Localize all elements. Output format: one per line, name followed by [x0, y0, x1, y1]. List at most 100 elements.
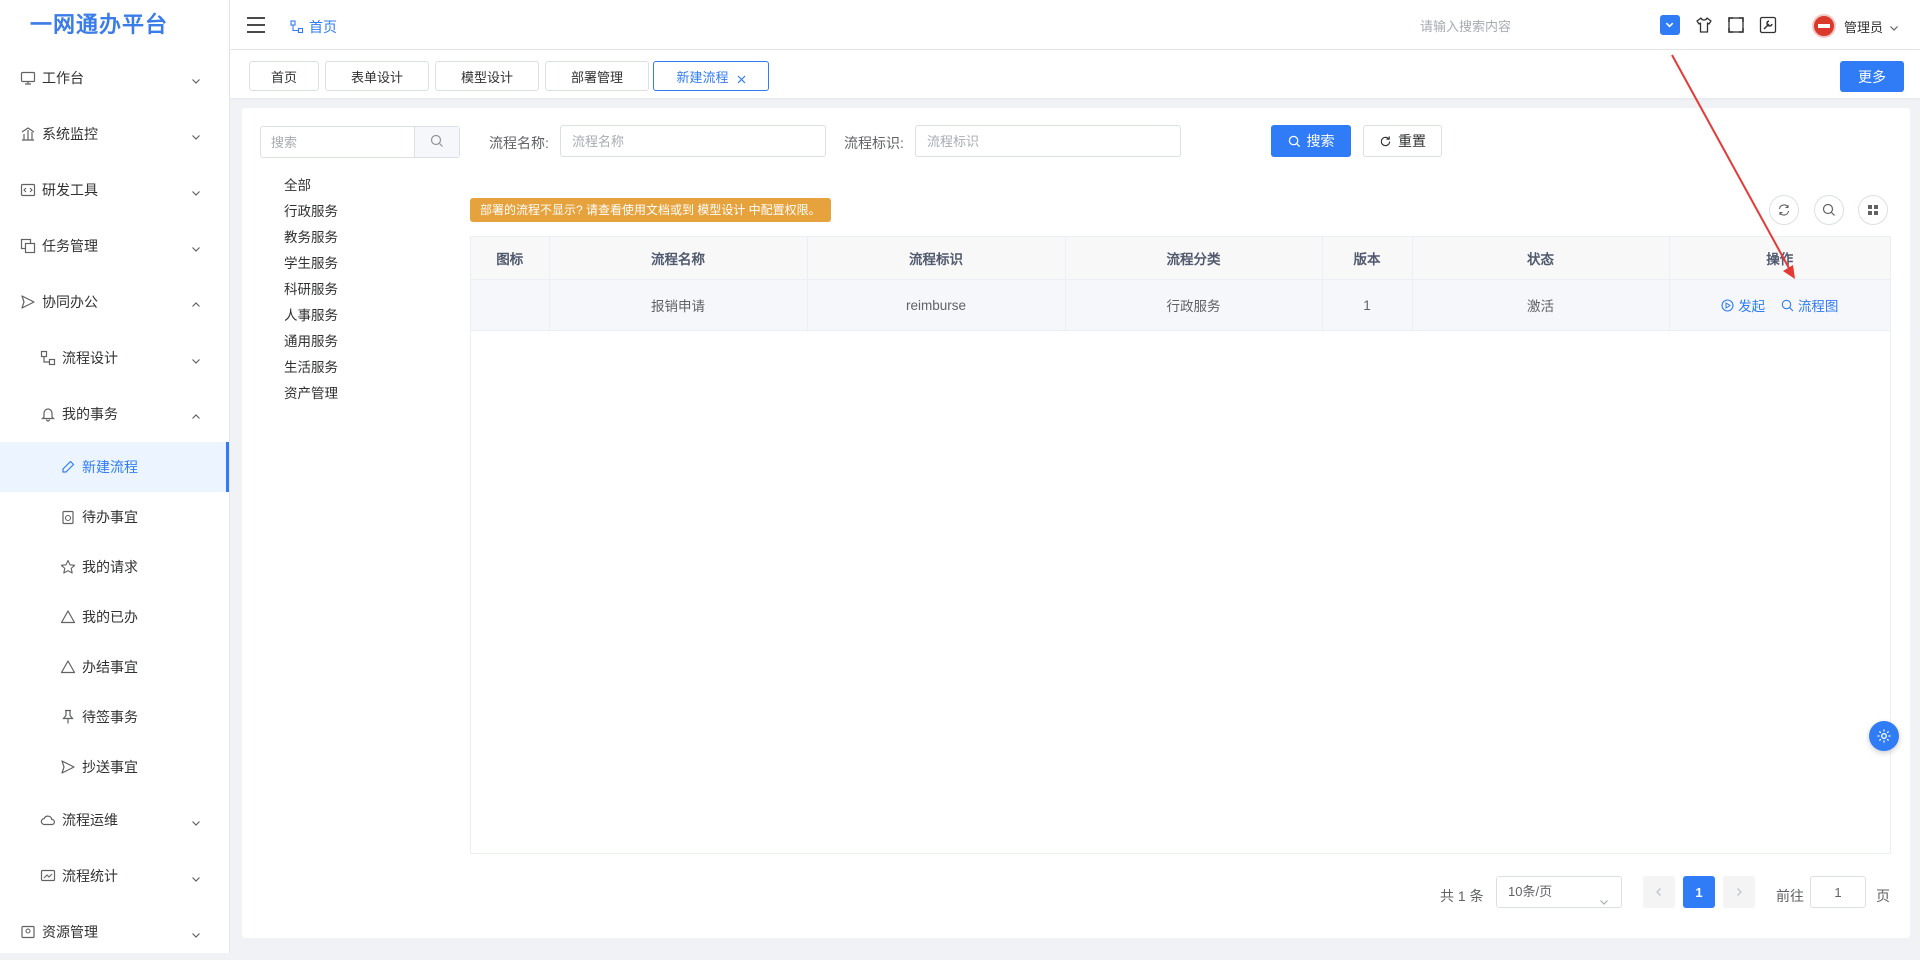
- search-button[interactable]: 搜索: [1271, 125, 1351, 157]
- sidebar-item-task-management[interactable]: 任务管理: [0, 218, 229, 274]
- tab-form-design[interactable]: 表单设计: [325, 61, 429, 91]
- columns-button[interactable]: [1858, 195, 1888, 225]
- more-button[interactable]: 更多: [1840, 61, 1904, 92]
- fullscreen-icon[interactable]: [1726, 15, 1746, 35]
- shirt-icon[interactable]: [1694, 15, 1714, 35]
- tree-item[interactable]: 资产管理: [284, 381, 338, 407]
- flow-chart-button[interactable]: 流程图: [1781, 295, 1839, 315]
- table-header-row: 图标 流程名称 流程标识 流程分类 版本 状态 操作: [471, 237, 1890, 280]
- flow-key-input[interactable]: [915, 125, 1181, 157]
- flow-chart-label: 流程图: [1797, 299, 1839, 314]
- settings-float-button[interactable]: [1869, 721, 1899, 751]
- next-page-button[interactable]: [1723, 876, 1755, 908]
- column-header: 状态: [1412, 237, 1670, 280]
- sidebar-item-flow-stats[interactable]: 流程统计: [0, 848, 229, 904]
- tab-label: 表单设计: [350, 69, 403, 85]
- sidebar-item-label: 流程统计: [62, 868, 118, 884]
- sidebar-item-todo[interactable]: 待办事宜: [0, 492, 229, 542]
- page-number-current[interactable]: 1: [1683, 876, 1715, 908]
- sidebar-item-label: 任务管理: [42, 238, 98, 254]
- close-icon[interactable]: [737, 72, 746, 83]
- tab-label: 模型设计: [460, 69, 513, 85]
- sidebar-item-resource-management[interactable]: 资源管理: [0, 904, 229, 960]
- tree-item[interactable]: 人事服务: [284, 303, 338, 329]
- tree-item[interactable]: 全部: [284, 173, 338, 199]
- search-icon: [1781, 299, 1794, 312]
- warning-notice: 部署的流程不显示? 请查看使用文档或到 模型设计 中配置权限。: [470, 198, 831, 222]
- sidebar-item-my-done[interactable]: 我的已办: [0, 592, 229, 642]
- sidebar-item-workbench[interactable]: 工作台: [0, 50, 229, 106]
- goto-page-input[interactable]: [1810, 876, 1866, 908]
- hamburger-menu-icon[interactable]: [246, 16, 266, 34]
- tree-item[interactable]: 学生服务: [284, 251, 338, 277]
- copy-icon: [20, 238, 36, 254]
- sidebar-item-cc[interactable]: 抄送事宜: [0, 742, 229, 792]
- main-card: 全部 行政服务 教务服务 学生服务 科研服务 人事服务 通用服务 生活服务 资产…: [242, 108, 1910, 938]
- monitor-chart-icon: [20, 126, 36, 142]
- flow-name-input[interactable]: [560, 125, 826, 157]
- tab-label: 部署管理: [570, 69, 623, 85]
- refresh-table-button[interactable]: [1769, 195, 1799, 225]
- flow-table: 图标 流程名称 流程标识 流程分类 版本 状态 操作 报销申请 reimburs…: [470, 236, 1891, 854]
- monitor-icon: [20, 70, 36, 86]
- chevron-down-icon: [191, 129, 201, 140]
- tree-search-input[interactable]: [261, 127, 414, 157]
- send-icon: [60, 759, 76, 775]
- tab-home[interactable]: 首页: [249, 61, 319, 91]
- sidebar-menu: 工作台 系统监控 研发工具 任务管理 协同办公 流程设计 我的事务 新建流程 待…: [0, 50, 229, 960]
- sidebar-item-to-sign[interactable]: 待签事务: [0, 692, 229, 742]
- sidebar-item-label: 抄送事宜: [82, 759, 138, 775]
- tree-item[interactable]: 生活服务: [284, 355, 338, 381]
- checkbox-dropdown-icon[interactable]: [1660, 15, 1680, 35]
- sidebar-item-new-flow[interactable]: 新建流程: [0, 442, 229, 492]
- category-tree: 全部 行政服务 教务服务 学生服务 科研服务 人事服务 通用服务 生活服务 资产…: [284, 173, 338, 407]
- play-circle-icon: [1721, 298, 1734, 312]
- page-size-select[interactable]: 10条/页: [1496, 876, 1622, 908]
- tools-icon[interactable]: [1758, 15, 1778, 35]
- sidebar-item-collab-office[interactable]: 协同办公: [0, 274, 229, 330]
- prev-page-button[interactable]: [1643, 876, 1675, 908]
- chart-icon: [40, 868, 56, 884]
- sidebar-item-label: 待办事宜: [82, 509, 138, 525]
- sidebar-item-system-monitor[interactable]: 系统监控: [0, 106, 229, 162]
- tab-new-flow[interactable]: 新建流程: [653, 61, 769, 91]
- tree-item[interactable]: 行政服务: [284, 199, 338, 225]
- goto-label: 前往: [1776, 888, 1804, 904]
- reset-button[interactable]: 重置: [1363, 125, 1442, 157]
- cell-name: 报销申请: [549, 279, 808, 331]
- tree-item[interactable]: 通用服务: [284, 329, 338, 355]
- tab-model-design[interactable]: 模型设计: [435, 61, 539, 91]
- tree-item[interactable]: 科研服务: [284, 277, 338, 303]
- tree-search-button[interactable]: [414, 127, 459, 157]
- column-header: 流程分类: [1065, 237, 1323, 280]
- folder-icon: [20, 924, 36, 940]
- tab-deploy-management[interactable]: 部署管理: [545, 61, 649, 91]
- sidebar-item-flow-ops[interactable]: 流程运维: [0, 792, 229, 848]
- header-search-input[interactable]: 请输入搜索内容: [1420, 16, 1511, 35]
- sidebar-item-flow-design[interactable]: 流程设计: [0, 330, 229, 386]
- chevron-down-icon: [191, 185, 201, 196]
- sidebar-item-label: 我的请求: [82, 559, 138, 575]
- sidebar-item-label: 新建流程: [82, 459, 138, 475]
- top-header: 首页 请输入搜索内容 管理员: [230, 0, 1920, 50]
- cell-version: 1: [1322, 279, 1413, 331]
- app-logo-title[interactable]: 一网通办平台: [0, 0, 229, 50]
- breadcrumb-home[interactable]: 首页: [309, 17, 337, 37]
- user-menu[interactable]: 管理员: [1812, 14, 1899, 38]
- table-row[interactable]: 报销申请 reimburse 行政服务 1 激活 发起 流程图: [471, 279, 1890, 331]
- sidebar-item-my-affairs[interactable]: 我的事务: [0, 386, 229, 442]
- sidebar-item-completed[interactable]: 办结事宜: [0, 642, 229, 692]
- sidebar-item-dev-tools[interactable]: 研发工具: [0, 162, 229, 218]
- chevron-up-icon: [191, 297, 201, 307]
- bell-icon: [40, 406, 56, 422]
- toggle-search-button[interactable]: [1814, 195, 1844, 225]
- sidebar-item-label: 工作台: [42, 70, 84, 86]
- pin-icon: [60, 709, 76, 725]
- chevron-down-icon: [191, 241, 201, 252]
- search-icon: [430, 134, 444, 151]
- flow-icon: [40, 350, 56, 366]
- tree-item[interactable]: 教务服务: [284, 225, 338, 251]
- start-flow-button[interactable]: 发起: [1721, 295, 1765, 315]
- breadcrumb[interactable]: 首页: [290, 17, 337, 37]
- sidebar-item-my-requests[interactable]: 我的请求: [0, 542, 229, 592]
